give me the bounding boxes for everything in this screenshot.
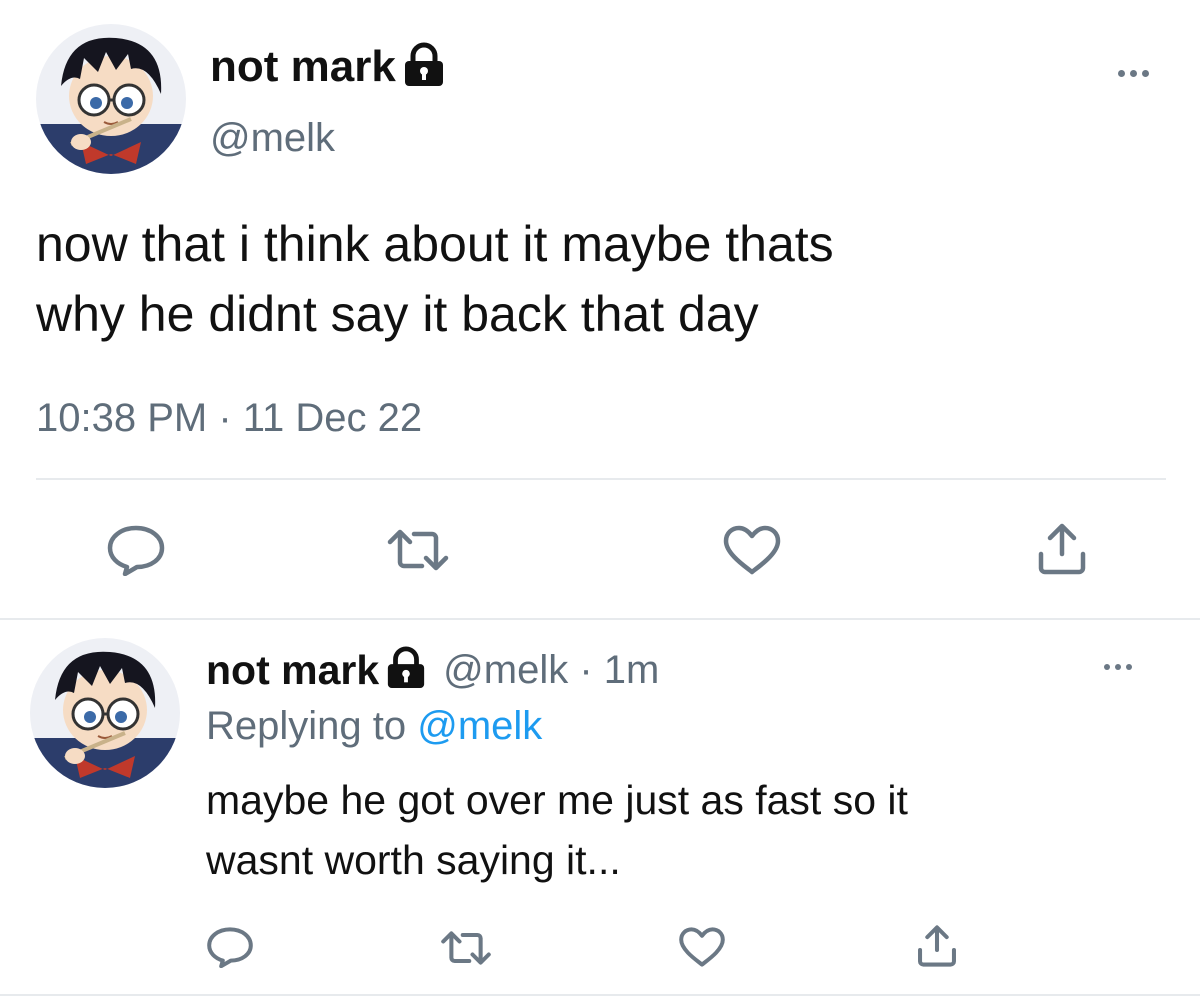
author-handle[interactable]: @melk [210,116,335,161]
reply-more-dots-icon[interactable] [1104,664,1132,670]
replying-label: Replying to [206,704,418,748]
reply-meta: @melk · 1m [443,648,659,693]
tweet-time: 10:38 PM [36,396,208,440]
reply-text-line-2: wasnt worth saying it... [206,837,621,883]
reply-text-line-1: maybe he got over me just as fast so it [206,777,908,823]
reply-meta-separator: · [568,647,604,692]
share-icon[interactable] [1036,522,1088,576]
divider [36,478,1166,480]
replying-to: Replying to @melk [206,704,542,749]
reply-author-row: not mark @melk · 1m [206,644,659,696]
reply-icon[interactable] [106,524,166,576]
tweet-text-line-1: now that i think about it maybe thats [36,216,834,272]
lock-icon [402,42,446,93]
reply-display-name[interactable]: not mark [206,647,379,694]
timestamp-separator: · [207,396,243,440]
tweet-text-line-2: why he didnt say it back that day [36,286,759,342]
more-dots-icon[interactable] [1118,70,1149,77]
reply-age[interactable]: 1m [604,648,660,692]
reply-share-icon[interactable] [916,924,958,968]
tweet-timestamp[interactable]: 10:38 PM · 11 Dec 22 [36,396,422,441]
reply-avatar-image [30,638,180,788]
replying-handle-link[interactable]: @melk [417,704,542,748]
reply-avatar[interactable] [30,638,180,788]
tweet-date: 11 Dec 22 [242,396,423,440]
author-name-row: not mark [210,40,446,94]
display-name[interactable]: not mark [210,42,396,92]
reply-lock-icon [385,646,427,695]
avatar[interactable] [36,24,186,174]
reply-handle[interactable]: @melk [443,648,568,692]
reply-heart-icon[interactable] [678,926,726,968]
retweet-icon[interactable] [386,528,450,572]
avatar-image [36,24,186,174]
reply-retweet-icon[interactable] [440,930,492,966]
tweet-separator [0,618,1200,620]
bottom-divider [0,994,1200,996]
heart-icon[interactable] [722,524,782,576]
reply-reply-icon[interactable] [206,926,254,968]
